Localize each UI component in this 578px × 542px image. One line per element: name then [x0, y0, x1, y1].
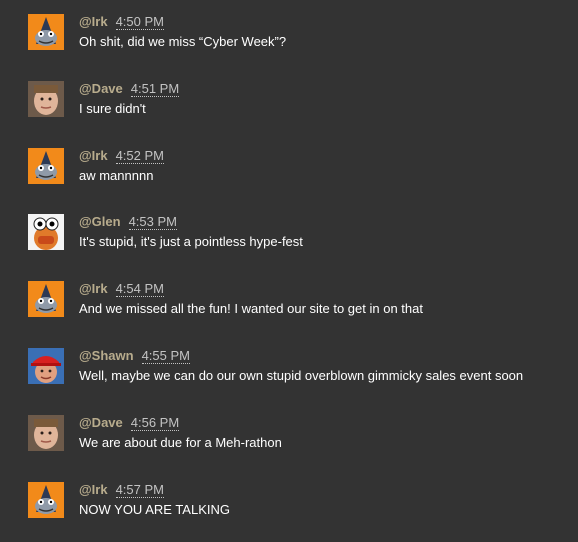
irk-avatar[interactable] [28, 148, 64, 184]
message-text: aw mannnnn [79, 168, 154, 183]
shawn-avatar[interactable] [28, 348, 64, 384]
chat-log: @Irk 4:50 PM Oh shit, did we miss “Cyber … [0, 0, 578, 542]
message-text: It's stupid, it's just a pointless hype-… [79, 234, 303, 249]
chat-message: @Irk 4:52 PM aw mannnnn [28, 148, 573, 188]
chat-message: @Shawn 4:55 PM Well, maybe we can do our … [28, 348, 573, 388]
chat-message: @Glen 4:53 PM It's stupid, it's just a po… [28, 214, 573, 254]
message-text: We are about due for a Meh-rathon [79, 435, 282, 450]
timestamp-link[interactable]: 4:56 PM [130, 415, 180, 431]
username[interactable]: @Irk [79, 482, 108, 497]
irk-avatar[interactable] [28, 482, 64, 518]
glen-avatar[interactable] [28, 214, 64, 250]
chat-message: @Irk 4:57 PM NOW YOU ARE TALKING [28, 482, 573, 522]
username[interactable]: @Glen [79, 214, 121, 229]
username[interactable]: @Irk [79, 281, 108, 296]
chat-message: @Dave 4:56 PM We are about due for a Meh-… [28, 415, 573, 455]
timestamp-link[interactable]: 4:52 PM [115, 148, 164, 164]
username[interactable]: @Irk [79, 148, 108, 163]
username[interactable]: @Irk [79, 14, 108, 29]
dave-avatar[interactable] [28, 81, 64, 117]
chat-message: @Dave 4:51 PM I sure didn't [28, 81, 573, 121]
chat-message: @Irk 4:54 PM And we missed all the fun! I… [28, 281, 573, 321]
timestamp-link[interactable]: 4:54 PM [115, 281, 164, 297]
chat-message: @Irk 4:50 PM Oh shit, did we miss “Cyber … [28, 14, 573, 54]
irk-avatar[interactable] [28, 281, 64, 317]
timestamp-link[interactable]: 4:55 PM [141, 348, 190, 364]
message-text: NOW YOU ARE TALKING [79, 502, 230, 517]
timestamp-link[interactable]: 4:53 PM [128, 214, 177, 230]
timestamp-link[interactable]: 4:51 PM [130, 81, 180, 97]
message-text: And we missed all the fun! I wanted our … [79, 301, 423, 316]
dave-avatar[interactable] [28, 415, 64, 451]
message-text: Well, maybe we can do our own stupid ove… [79, 368, 524, 383]
message-text: Oh shit, did we miss “Cyber Week”? [79, 34, 287, 49]
message-text: I sure didn't [79, 101, 146, 116]
username[interactable]: @Shawn [79, 348, 134, 363]
username[interactable]: @Dave [79, 81, 123, 96]
irk-avatar[interactable] [28, 14, 64, 50]
username[interactable]: @Dave [79, 415, 123, 430]
timestamp-link[interactable]: 4:57 PM [115, 482, 164, 498]
timestamp-link[interactable]: 4:50 PM [115, 14, 164, 30]
